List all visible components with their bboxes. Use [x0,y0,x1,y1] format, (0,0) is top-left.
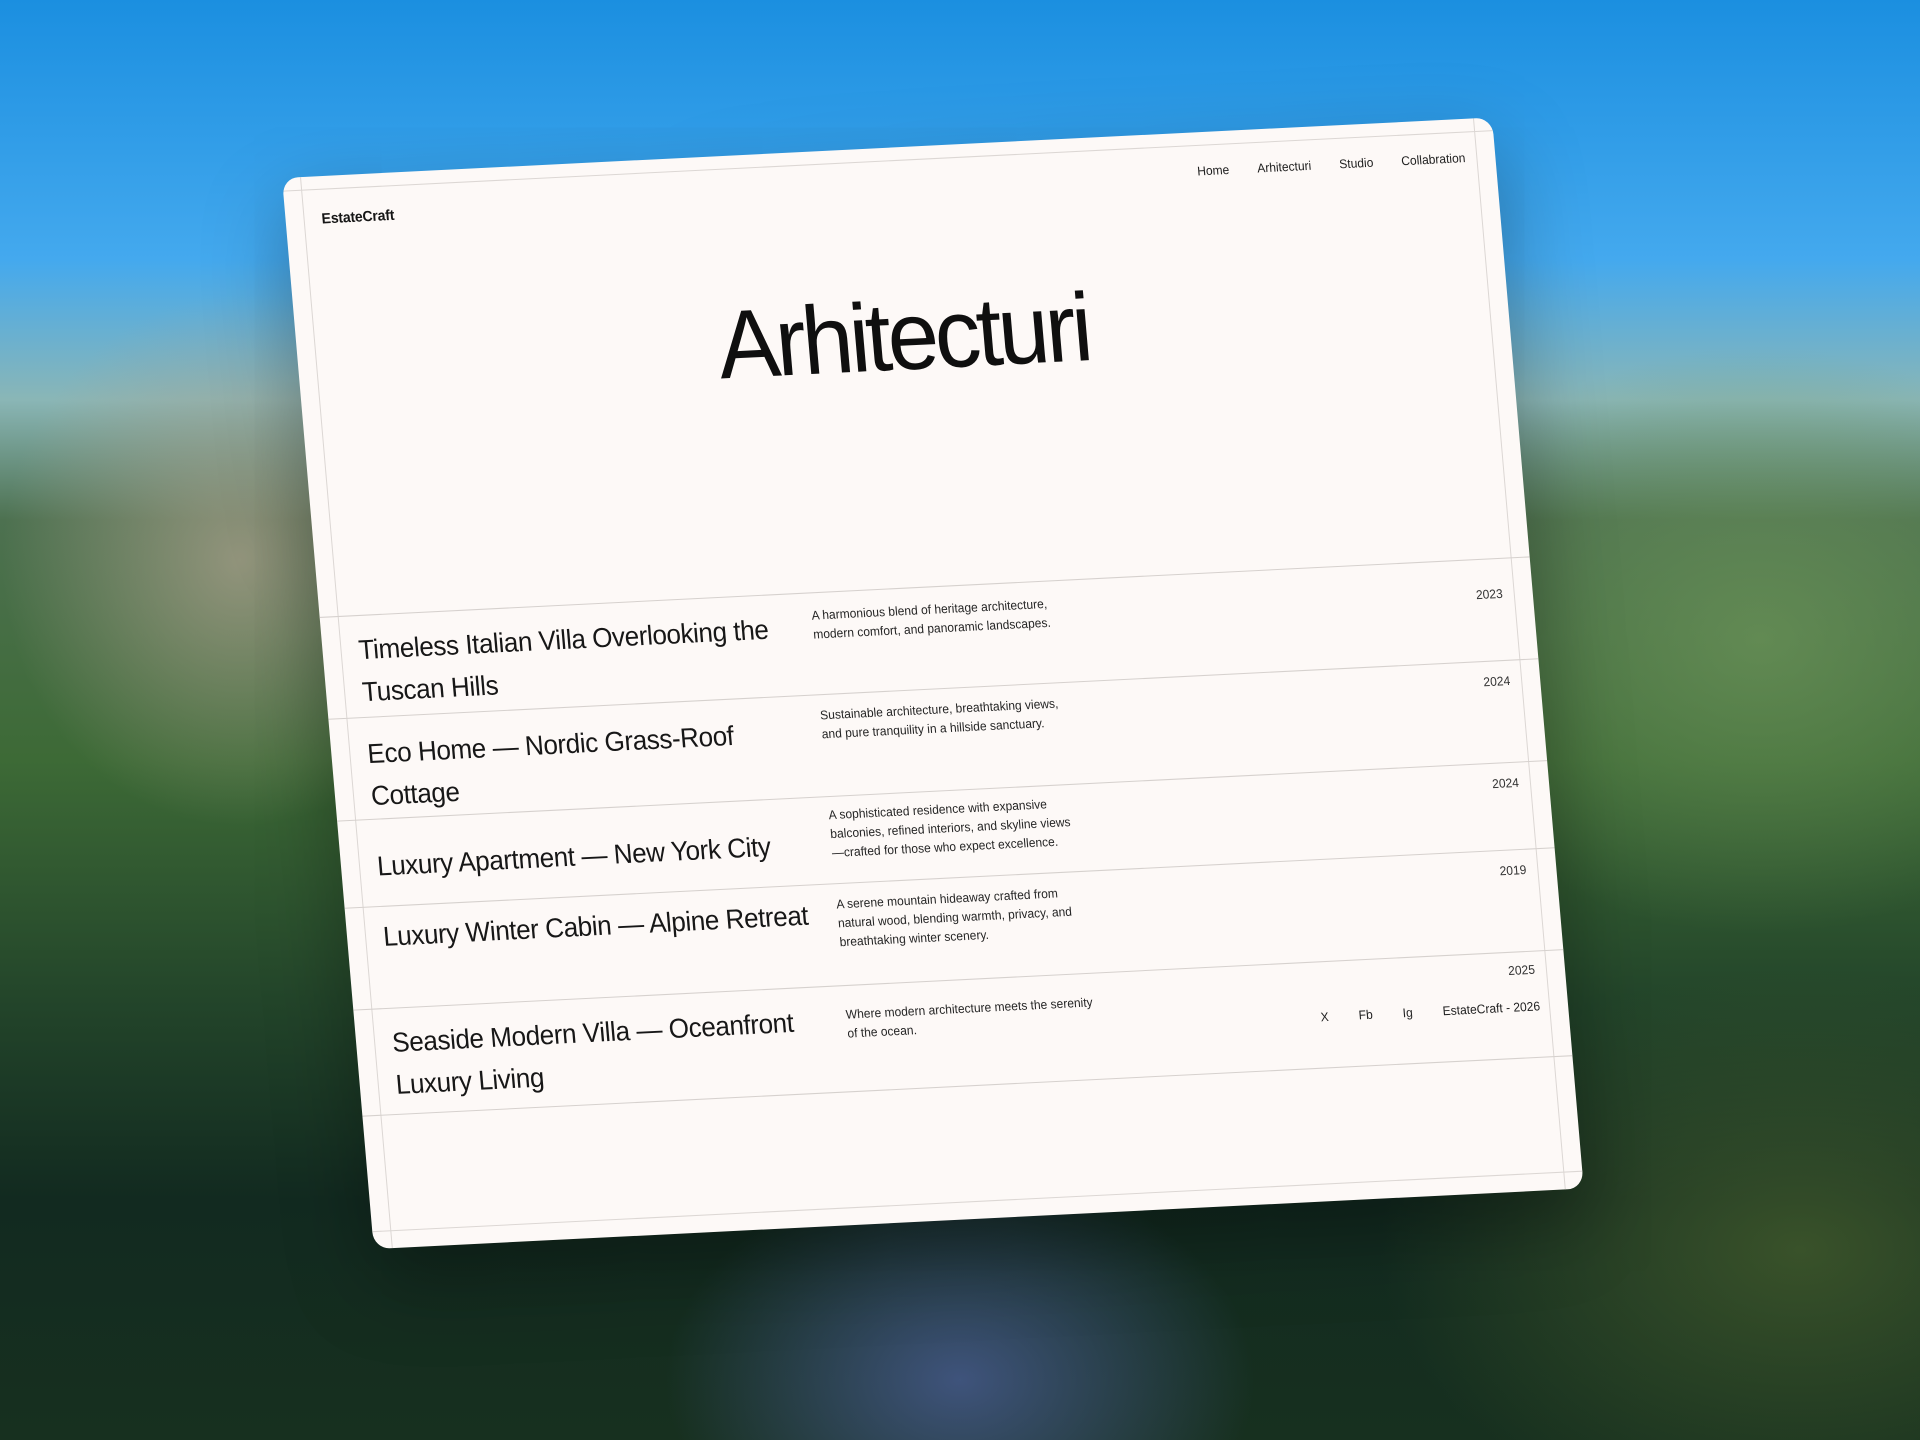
social-link-x[interactable]: X [1320,1009,1329,1024]
project-year: 2025 [1507,962,1536,979]
project-year: 2024 [1482,673,1511,690]
nav-item-arhitecturi[interactable]: Arhitecturi [1257,158,1312,175]
main-nav: Home Arhitecturi Studio Collabration [1197,151,1466,179]
project-description: A sophisticated residence with expansive… [828,796,1072,861]
project-name[interactable]: Luxury Apartment — New York City [375,823,819,887]
project-description: A harmonious blend of heritage architect… [810,596,1052,642]
nav-item-studio[interactable]: Studio [1339,155,1374,171]
social-link-instagram[interactable]: Ig [1402,1005,1413,1020]
project-description: A serene mountain hideaway crafted from … [835,885,1073,950]
social-link-facebook[interactable]: Fb [1358,1007,1373,1022]
project-description: Where modern architecture meets the sere… [845,994,1094,1041]
project-list: Timeless Italian Villa Overlooking the T… [319,556,1573,1117]
brand-logo[interactable]: EstateCraft [321,206,395,226]
nav-item-home[interactable]: Home [1197,162,1230,178]
project-year: 2024 [1491,775,1520,792]
project-year: 2023 [1475,586,1504,603]
project-description: Sustainable architecture, breathtaking v… [819,695,1059,742]
page-title: Arhitecturi [713,273,1093,400]
website-window: EstateCraft Home Arhitecturi Studio Coll… [282,117,1584,1249]
project-name[interactable]: Luxury Winter Cabin — Alpine Retreat [381,893,825,957]
project-year: 2019 [1499,862,1527,879]
project-name[interactable]: Seaside Modern Villa — Oceanfront Luxury… [390,999,837,1105]
nav-item-collabration[interactable]: Collabration [1401,151,1466,169]
project-name[interactable]: Timeless Italian Villa Overlooking the T… [357,607,804,713]
